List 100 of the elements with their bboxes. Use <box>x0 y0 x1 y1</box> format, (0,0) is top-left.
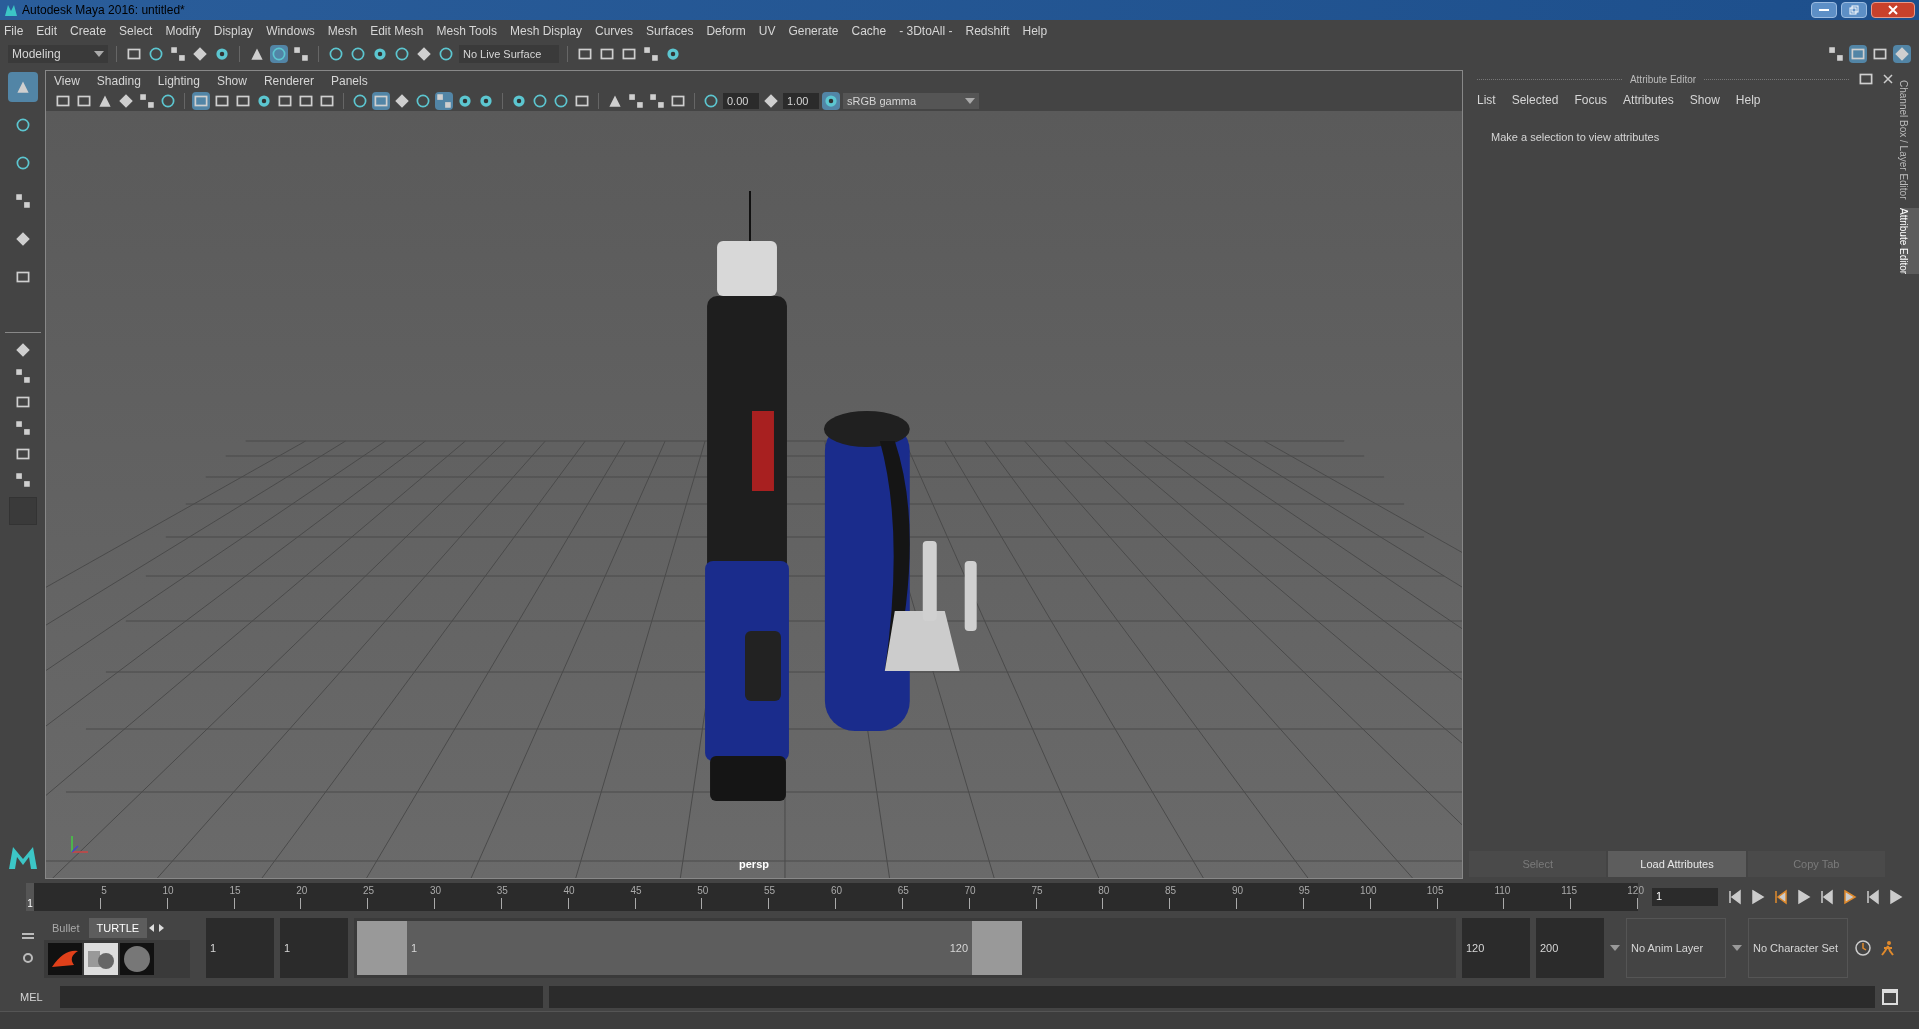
command-input[interactable] <box>60 986 543 1008</box>
menu-item[interactable]: - 3DtoAll - <box>899 22 953 40</box>
caret-icon[interactable] <box>1610 945 1620 951</box>
range-handle[interactable] <box>972 921 1022 975</box>
gamma-field[interactable]: 1.00 <box>783 93 819 109</box>
tool-icon[interactable] <box>627 92 645 110</box>
menu-item[interactable]: Cache <box>851 22 887 40</box>
script-editor-icon[interactable] <box>1881 988 1899 1006</box>
tool-icon[interactable] <box>372 92 390 110</box>
tool-icon[interactable] <box>552 92 570 110</box>
tool-icon[interactable] <box>351 92 369 110</box>
menu-item[interactable]: Select <box>119 22 153 40</box>
menu-item[interactable]: Deform <box>706 22 746 40</box>
minimize-button[interactable] <box>1811 2 1837 18</box>
playback-icon[interactable] <box>1818 889 1836 905</box>
editor-button[interactable]: Load Attributes <box>1608 851 1746 877</box>
end-time-field[interactable]: 200 <box>1536 918 1604 978</box>
command-language-label[interactable]: MEL <box>20 988 54 1006</box>
tool-icon[interactable] <box>477 92 495 110</box>
layout-icon[interactable] <box>13 367 32 385</box>
tool-icon[interactable] <box>255 92 273 110</box>
menu-item[interactable]: Edit <box>36 22 58 40</box>
tool-icon[interactable] <box>371 45 389 63</box>
tool-icon[interactable] <box>437 45 455 63</box>
close-button[interactable] <box>1871 2 1915 18</box>
anim-layer-dropdown[interactable]: No Anim Layer <box>1626 918 1726 978</box>
tool-icon[interactable] <box>213 45 231 63</box>
shapes-icon[interactable] <box>84 943 118 975</box>
playback-icon[interactable] <box>1864 889 1882 905</box>
tool-icon[interactable] <box>1827 45 1845 63</box>
menu-item[interactable]: Surfaces <box>646 22 694 40</box>
side-tab[interactable]: Attribute Editor <box>1901 207 1919 274</box>
menu-item[interactable]: UV <box>758 22 776 40</box>
tool-icon[interactable] <box>531 92 549 110</box>
menu-item[interactable]: File <box>4 22 24 40</box>
tool-icon[interactable] <box>456 92 474 110</box>
panel-menu-item[interactable]: Panels <box>330 72 368 90</box>
layout-icon[interactable] <box>13 419 32 437</box>
range-start-field[interactable]: 1 <box>280 918 348 978</box>
tool-icon[interactable] <box>13 192 32 210</box>
live-surface-field[interactable]: No Live Surface <box>459 45 559 63</box>
tool-icon[interactable] <box>138 92 156 110</box>
tool-icon[interactable] <box>270 45 288 63</box>
panel-menu-item[interactable]: Lighting <box>157 72 200 90</box>
range-end-field[interactable]: 120 <box>1462 918 1530 978</box>
settings-icon[interactable] <box>22 952 34 964</box>
color-space-dropdown[interactable]: sRGB gamma <box>843 93 979 109</box>
range-handle[interactable] <box>357 921 407 975</box>
frame-field[interactable]: 1 <box>1652 888 1718 906</box>
tool-icon[interactable] <box>147 45 165 63</box>
menu-item[interactable]: Mesh <box>327 22 358 40</box>
tool-icon[interactable] <box>415 45 433 63</box>
left-arrow-icon[interactable] <box>148 923 157 933</box>
menu-item[interactable]: Windows <box>266 22 315 40</box>
menu-item[interactable]: Redshift <box>965 22 1010 40</box>
right-arrow-icon[interactable] <box>157 923 166 933</box>
panel-menu-item[interactable]: Shading <box>96 72 141 90</box>
close-icon[interactable] <box>1883 74 1893 84</box>
menu-item[interactable]: Create <box>70 22 107 40</box>
playback-icon[interactable] <box>1749 889 1767 905</box>
menu-item[interactable]: Edit Mesh <box>370 22 424 40</box>
tool-icon[interactable] <box>349 45 367 63</box>
menu-item[interactable]: Mesh Display <box>510 22 583 40</box>
shelf-tab[interactable]: TURTLE <box>88 918 148 938</box>
tool-icon[interactable] <box>414 92 432 110</box>
playback-icon[interactable] <box>1841 889 1859 905</box>
panel-menu-item[interactable]: Renderer <box>263 72 314 90</box>
tool-icon[interactable] <box>664 45 682 63</box>
tool-icon[interactable] <box>159 92 177 110</box>
tool-icon[interactable] <box>192 92 210 110</box>
tool-icon[interactable] <box>648 92 666 110</box>
tool-icon[interactable] <box>702 92 720 110</box>
playback-icon[interactable] <box>1772 889 1790 905</box>
panel-menu-item[interactable]: Show <box>216 72 247 90</box>
tool-icon[interactable] <box>191 45 209 63</box>
menu-item[interactable]: Display <box>213 22 254 40</box>
menu-item[interactable]: Modify <box>165 22 201 40</box>
menu-item[interactable]: Generate <box>788 22 839 40</box>
playback-icon[interactable] <box>1795 889 1813 905</box>
start-time-field[interactable]: 1 <box>206 918 274 978</box>
menu-icon[interactable] <box>22 932 34 940</box>
character-set-dropdown[interactable]: No Character Set <box>1748 918 1848 978</box>
editor-menu-item[interactable]: Focus <box>1574 91 1608 109</box>
menu-item[interactable]: Curves <box>595 22 634 40</box>
panel-menu-item[interactable]: View <box>54 72 80 90</box>
playback-icon[interactable] <box>1726 889 1744 905</box>
tool-icon[interactable] <box>642 45 660 63</box>
exposure-field[interactable]: 0.00 <box>723 93 759 109</box>
layout-icon[interactable] <box>13 471 32 489</box>
tool-icon[interactable] <box>435 92 453 110</box>
tool-icon[interactable] <box>169 45 187 63</box>
editor-menu-item[interactable]: Help <box>1735 91 1761 109</box>
menu-item[interactable]: Help <box>1022 22 1048 40</box>
clock-icon[interactable] <box>1854 939 1872 957</box>
restore-button[interactable] <box>1841 2 1867 18</box>
caret-icon[interactable] <box>1732 945 1742 951</box>
shelf-tab[interactable]: Bullet <box>44 918 88 938</box>
fire-icon[interactable] <box>48 943 82 975</box>
mode-dropdown[interactable]: Modeling <box>8 45 108 63</box>
playback-icon[interactable] <box>1887 889 1905 905</box>
